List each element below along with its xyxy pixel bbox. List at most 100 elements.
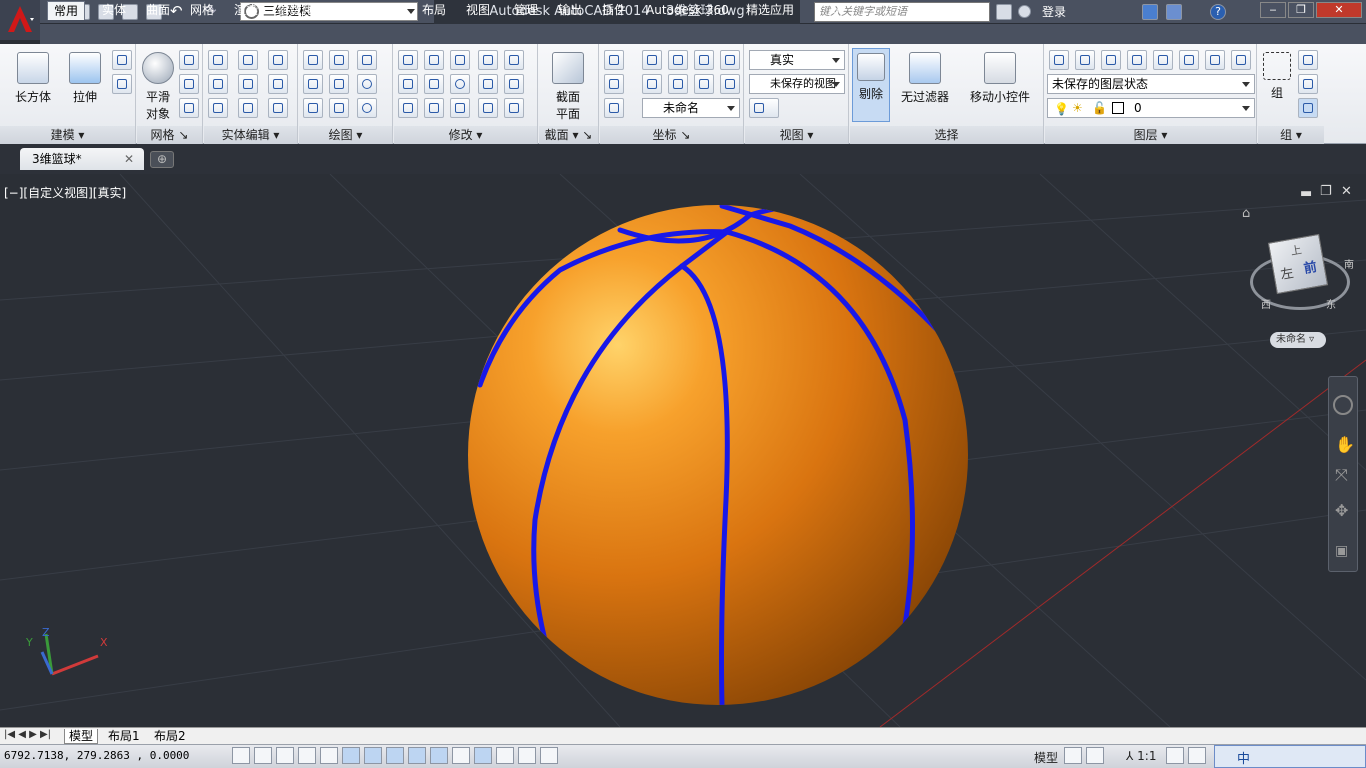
login-button[interactable]: 登录 — [1042, 0, 1066, 24]
infer-constraints-icon[interactable] — [232, 747, 250, 764]
showmotion-icon[interactable]: ▣ — [1335, 543, 1348, 559]
ucs-icon[interactable] — [604, 50, 624, 70]
ortho-mode-icon[interactable] — [298, 747, 316, 764]
tab-featured-apps[interactable]: 精选应用 — [740, 1, 800, 20]
mesh-tool-icon[interactable] — [179, 50, 199, 70]
tab-solid[interactable]: 实体 — [96, 1, 132, 20]
3d-array-icon[interactable] — [424, 74, 444, 94]
fillet-icon[interactable] — [504, 74, 524, 94]
grid-display-icon[interactable] — [276, 747, 294, 764]
group-edit-icon[interactable] — [1298, 74, 1318, 94]
help-icon[interactable]: ? — [1210, 4, 1226, 20]
object-snap-tracking-icon[interactable] — [386, 747, 404, 764]
layer-walk-icon[interactable] — [1231, 50, 1251, 70]
ucs-view-icon[interactable] — [720, 74, 740, 94]
model-space-button[interactable]: 模型 — [1034, 749, 1058, 766]
ucs-face-icon[interactable] — [604, 98, 624, 118]
union-icon[interactable] — [208, 50, 228, 70]
extrude-button[interactable]: 拉伸 — [62, 52, 108, 105]
close-tab-icon[interactable]: ✕ — [124, 148, 134, 170]
3d-object-snap-icon[interactable] — [364, 747, 382, 764]
group-button[interactable]: 组 — [1260, 52, 1294, 101]
application-menu-button[interactable] — [0, 0, 40, 40]
transparency-icon[interactable] — [474, 747, 492, 764]
autoscale-icon[interactable] — [1188, 747, 1206, 764]
slice-icon[interactable] — [238, 98, 258, 118]
tab-surface[interactable]: 曲面 — [140, 1, 176, 20]
rectangle-icon[interactable] — [329, 98, 349, 118]
autodesk-360-icon[interactable] — [1166, 4, 1182, 20]
viewport-config-icon[interactable] — [749, 98, 779, 118]
ucs-y-icon[interactable] — [668, 74, 688, 94]
layer-unisolate-icon[interactable] — [1205, 50, 1225, 70]
quick-view-drawings-icon[interactable] — [1086, 747, 1104, 764]
tab-mesh[interactable]: 网格 — [184, 1, 220, 20]
named-view-dropdown[interactable]: 未保存的视图 — [749, 74, 845, 94]
layer-state-dropdown[interactable]: 未保存的图层状态 — [1047, 74, 1255, 94]
dynamic-ucs-icon[interactable] — [408, 747, 426, 764]
extract-edges-icon[interactable] — [238, 50, 258, 70]
tab-parametric[interactable]: 参数化 — [272, 1, 320, 20]
ray-icon[interactable] — [329, 74, 349, 94]
tab-plugins[interactable]: 插件 — [596, 1, 632, 20]
layer-match-icon[interactable] — [1153, 50, 1173, 70]
lineweight-icon[interactable] — [452, 747, 470, 764]
3d-align-icon[interactable] — [478, 50, 498, 70]
layout-tab-model[interactable]: 模型 — [64, 729, 99, 744]
zoom-icon[interactable]: ⤧ — [1335, 465, 1348, 485]
visual-style-dropdown[interactable]: 真实 — [749, 50, 845, 70]
tab-render[interactable]: 渲染 — [228, 1, 264, 20]
dashed-line-icon[interactable] — [504, 50, 524, 70]
intersect-icon[interactable] — [208, 98, 228, 118]
explode-icon[interactable] — [424, 50, 444, 70]
mesh-crease-icon[interactable] — [179, 74, 199, 94]
panel-solid-editing-title[interactable]: 实体编辑 ▾ — [204, 126, 297, 144]
polygon-icon[interactable] — [303, 98, 323, 118]
ucs-z-icon[interactable] — [694, 50, 714, 70]
ucs-icon-settings[interactable] — [720, 50, 740, 70]
array-icon[interactable] — [504, 98, 524, 118]
ungroup-icon[interactable] — [1298, 50, 1318, 70]
tab-annotate[interactable]: 注释 — [372, 1, 408, 20]
pan-icon[interactable]: ✋ — [1335, 435, 1355, 454]
copy-icon[interactable] — [478, 98, 498, 118]
mesh-refine-icon[interactable] — [179, 98, 199, 118]
viewport-controls-label[interactable]: [−][自定义视图][真实] — [4, 184, 126, 201]
layer-freeze-icon[interactable] — [1127, 50, 1147, 70]
box-button[interactable]: 长方体 — [10, 52, 56, 105]
separate-icon[interactable] — [238, 74, 258, 94]
smooth-object-button[interactable]: 平滑 对象 — [139, 52, 177, 122]
tab-manage[interactable]: 管理 — [508, 1, 544, 20]
panel-draw-title[interactable]: 绘图 ▾ — [299, 126, 392, 144]
snap-mode-icon[interactable] — [254, 747, 272, 764]
circle-icon[interactable] — [357, 74, 377, 94]
3d-mirror-icon[interactable] — [424, 98, 444, 118]
new-tab-button[interactable]: ⊕ — [150, 151, 174, 168]
object-snap-icon[interactable] — [342, 747, 360, 764]
layout-view-icon[interactable] — [1064, 747, 1082, 764]
named-ucs-dropdown[interactable]: 未命名 — [642, 98, 740, 118]
layer-dropdown[interactable]: 💡 ☀ 🔓 0 — [1047, 98, 1255, 118]
selection-cycling-icon[interactable] — [518, 747, 536, 764]
line-icon[interactable] — [303, 50, 323, 70]
layer-lock-icon[interactable] — [1179, 50, 1199, 70]
scale-icon[interactable] — [478, 74, 498, 94]
cursor-coordinates[interactable]: 6792.7138, 279.2863 , 0.0000 — [4, 749, 189, 762]
offset-icon[interactable] — [450, 98, 470, 118]
no-filter-button[interactable]: 无过滤器 — [898, 52, 952, 105]
subtract-icon[interactable] — [208, 74, 228, 94]
spline-icon[interactable] — [303, 74, 323, 94]
panel-view-title[interactable]: 视图 ▾ — [745, 126, 848, 144]
imprint-icon[interactable] — [268, 74, 288, 94]
fillet-edge-icon[interactable] — [398, 74, 418, 94]
layer-properties-icon[interactable] — [1049, 50, 1069, 70]
move-icon[interactable] — [450, 50, 470, 70]
tab-output[interactable]: 输出 — [552, 1, 588, 20]
ucs-world-icon[interactable] — [642, 50, 662, 70]
extrude-faces-icon[interactable] — [268, 50, 288, 70]
layout-tab-1[interactable]: 布局1 — [104, 729, 144, 744]
presspull-icon[interactable] — [112, 74, 132, 94]
steering-wheel-icon[interactable] — [1333, 395, 1353, 415]
annotation-visibility-icon[interactable] — [1166, 747, 1184, 764]
exchange-icon[interactable] — [1142, 4, 1158, 20]
